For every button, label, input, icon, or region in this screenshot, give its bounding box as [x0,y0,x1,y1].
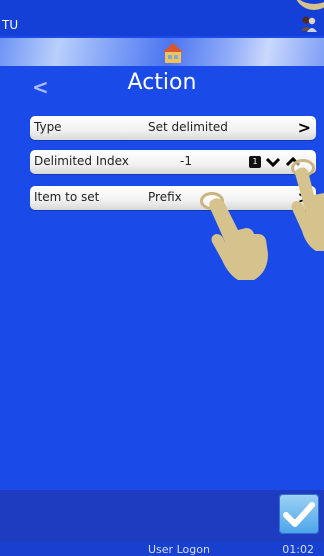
status-bar: TU [0,0,324,36]
clock: 01:02 [282,543,314,556]
users-icon[interactable] [299,14,319,34]
row-type-label: Type [34,120,62,134]
home-icon[interactable] [162,42,184,64]
row-type[interactable]: Type Set delimited > [30,116,316,140]
user-logon-link[interactable]: User Logon [148,543,210,556]
row-delimited-index-value: -1 [180,154,192,168]
chevron-down-icon[interactable] [266,156,280,168]
corner-decoration [294,0,324,10]
chevron-right-icon[interactable]: > [298,118,311,137]
page-title: Action [127,70,197,95]
hand-pointer-icon [209,198,268,280]
device-screen: TU < Action Type Set delimited > Delimit… [0,0,324,556]
index-badge: 1 [249,156,261,168]
status-left-text: TU [2,18,19,32]
row-item-to-set-label: Item to set [34,190,100,204]
row-delimited-index-label: Delimited Index [34,154,129,168]
row-item-to-set-value: Prefix [148,190,182,204]
confirm-button[interactable] [279,494,319,534]
checkmark-icon [283,502,315,527]
hand-pointer-icon [291,167,324,251]
row-type-value: Set delimited [148,120,228,134]
footer-bar [0,490,324,542]
